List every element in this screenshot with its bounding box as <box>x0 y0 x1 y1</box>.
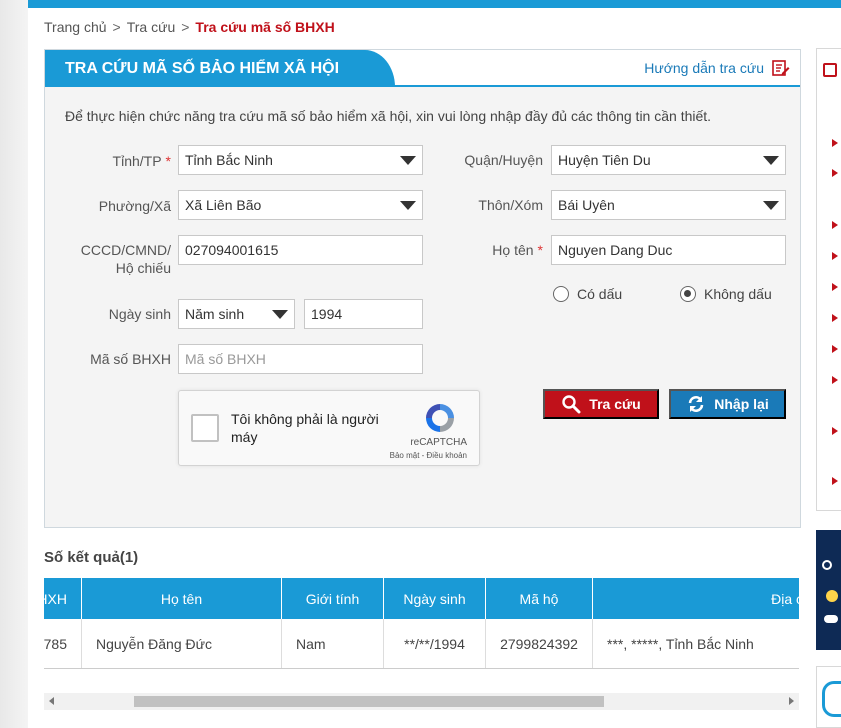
ward-select[interactable]: Xã Liên Bão <box>178 190 423 220</box>
refresh-icon <box>688 396 704 412</box>
recaptcha-checkbox[interactable] <box>191 414 219 442</box>
full-name-input[interactable]: Nguyen Dang Duc <box>551 235 786 265</box>
column-header-gender[interactable]: Giới tính <box>282 578 384 619</box>
search-button[interactable]: Tra cứu <box>543 389 659 419</box>
birth-type-select[interactable]: Năm sinh <box>178 299 295 329</box>
column-header-address[interactable]: Địa c <box>593 578 799 619</box>
column-header-name[interactable]: Họ tên <box>82 578 282 619</box>
bullet-arrow-icon <box>832 283 838 291</box>
radio-circle-selected <box>680 286 696 302</box>
cell-birth: **/**/1994 <box>384 619 486 668</box>
sidebar-document-icon <box>823 63 837 77</box>
page-left-gutter <box>0 0 28 728</box>
chevron-down-icon <box>400 156 416 165</box>
district-label: Quận/Huyện <box>464 152 543 168</box>
reset-button[interactable]: Nhập lại <box>669 389 786 419</box>
bullet-arrow-icon <box>832 221 838 229</box>
scroll-right-icon[interactable] <box>789 697 794 705</box>
cell-address: ***, *****, Tỉnh Bắc Ninh <box>607 635 754 652</box>
bhxh-code-label: Mã số BHXH <box>90 351 171 367</box>
province-label: Tỉnh/TP * <box>112 153 171 169</box>
table-header: BHXH Họ tên Giới tính Ngày sinh Mã hộ Đị… <box>44 578 799 619</box>
horizontal-scrollbar[interactable] <box>44 693 799 710</box>
bullet-arrow-icon <box>832 427 838 435</box>
guide-link-label: Hướng dẫn tra cứu <box>644 60 764 76</box>
cell-name: Nguyễn Đăng Đức <box>82 619 282 668</box>
intro-text: Để thực hiện chức năng tra cứu mã số bảo… <box>65 108 712 124</box>
bullet-arrow-icon <box>832 376 838 384</box>
bullet-arrow-icon <box>832 477 838 485</box>
recaptcha-text: Tôi không phải là người máy <box>231 411 379 445</box>
radio-without-diacritics[interactable]: Không dấu <box>680 286 772 302</box>
chevron-down-icon <box>763 201 779 210</box>
header-strip <box>28 0 841 8</box>
radio-circle <box>553 286 569 302</box>
recaptcha-widget: Tôi không phải là người máy reCAPTCHA Bả… <box>178 390 480 466</box>
district-select[interactable]: Huyện Tiên Du <box>551 145 786 175</box>
bullet-arrow-icon <box>832 252 838 260</box>
recaptcha-links[interactable]: Bảo mật - Điều khoản <box>390 451 467 460</box>
birth-type-value: Năm sinh <box>185 306 245 322</box>
sidebar-banner[interactable] <box>816 530 841 650</box>
support-hand-icon <box>822 681 841 717</box>
recaptcha-brand: reCAPTCHA <box>410 437 467 448</box>
bhxh-code-input[interactable]: Mã số BHXH <box>178 344 423 374</box>
guide-link[interactable]: Hướng dẫn tra cứu <box>644 59 790 77</box>
province-select[interactable]: Tỉnh Bắc Ninh <box>178 145 423 175</box>
search-icon <box>562 395 581 414</box>
banner-decor-icon <box>826 590 838 602</box>
recaptcha-logo-icon <box>426 404 454 432</box>
required-mark: * <box>537 242 543 258</box>
right-sidebar <box>816 48 841 511</box>
ward-value: Xã Liên Bão <box>185 197 262 213</box>
panel-header: TRA CỨU MÃ SỐ BẢO HIỂM XÃ HỘI Hướng dẫn … <box>45 50 800 87</box>
district-value: Huyện Tiên Du <box>558 152 651 168</box>
full-name-label: Họ tên * <box>492 242 543 258</box>
bullet-arrow-icon <box>832 169 838 177</box>
cell-household: 2799824392 <box>486 619 593 668</box>
column-header-birth[interactable]: Ngày sinh <box>384 578 486 619</box>
scroll-left-icon[interactable] <box>49 697 54 705</box>
edit-document-icon <box>772 60 790 76</box>
birth-label: Ngày sinh <box>108 306 171 322</box>
reset-button-label: Nhập lại <box>714 396 769 412</box>
id-number-input[interactable]: 027094001615 <box>178 235 423 265</box>
chevron-down-icon <box>400 201 416 210</box>
hamlet-value: Bái Uyên <box>558 197 615 213</box>
results-table: BHXH Họ tên Giới tính Ngày sinh Mã hộ Đị… <box>44 578 799 669</box>
banner-decor-icon <box>824 615 838 623</box>
id-number-label: CCCD/CMND/ Hộ chiếu <box>80 242 171 276</box>
breadcrumb-lookup[interactable]: Tra cứu <box>127 19 176 35</box>
column-header-bhxh[interactable]: BHXH <box>44 578 82 619</box>
sidebar-support-widget[interactable] <box>816 666 841 728</box>
banner-decor-icon <box>822 560 832 570</box>
search-button-label: Tra cứu <box>589 396 641 412</box>
bullet-arrow-icon <box>832 139 838 147</box>
breadcrumb: Trang chủ > Tra cứu > Tra cứu mã số BHXH <box>44 19 335 35</box>
province-value: Tỉnh Bắc Ninh <box>185 152 273 168</box>
breadcrumb-separator: > <box>181 19 190 35</box>
cell-gender: Nam <box>282 619 384 668</box>
search-panel: TRA CỨU MÃ SỐ BẢO HIỂM XÃ HỘI Hướng dẫn … <box>44 49 801 528</box>
bullet-arrow-icon <box>832 345 838 353</box>
bullet-arrow-icon <box>832 314 838 322</box>
column-header-household[interactable]: Mã hộ <box>486 578 593 619</box>
breadcrumb-current: Tra cứu mã số BHXH <box>195 19 335 35</box>
cell-bhxh: 785 <box>44 619 82 668</box>
hamlet-select[interactable]: Bái Uyên <box>551 190 786 220</box>
breadcrumb-home[interactable]: Trang chủ <box>44 19 107 35</box>
hamlet-label: Thôn/Xóm <box>478 197 543 213</box>
chevron-down-icon <box>763 156 779 165</box>
radio-with-diacritics[interactable]: Có dấu <box>553 286 622 302</box>
table-row[interactable]: 785 Nguyễn Đăng Đức Nam **/**/1994 27998… <box>44 619 799 669</box>
required-mark: * <box>165 153 171 169</box>
result-count: Số kết quả(1) <box>44 549 139 566</box>
chevron-down-icon <box>272 310 288 319</box>
scrollbar-thumb[interactable] <box>134 696 604 707</box>
panel-title: TRA CỨU MÃ SỐ BẢO HIỂM XÃ HỘI <box>45 50 395 87</box>
birth-year-input[interactable]: 1994 <box>304 299 423 329</box>
breadcrumb-separator: > <box>112 19 121 35</box>
ward-label: Phường/Xã <box>98 198 171 214</box>
